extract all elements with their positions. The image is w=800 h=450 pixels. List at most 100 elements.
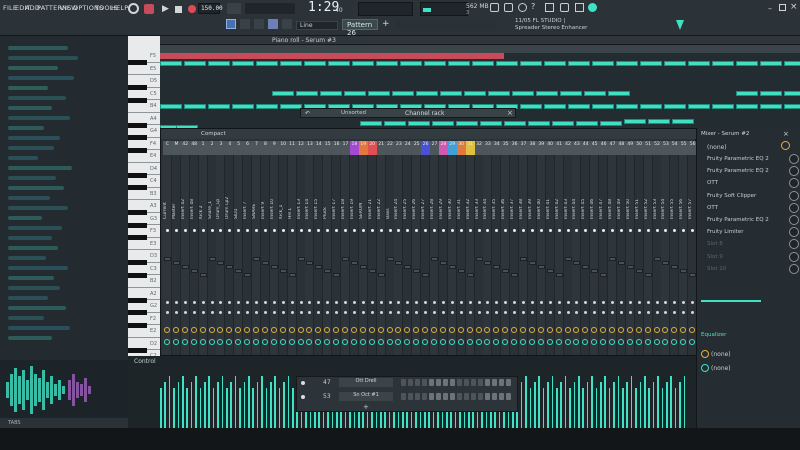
mixer-strip[interactable]: 8 Insert 9 xyxy=(260,141,270,355)
seq-row2-channel[interactable]: Sn Oct #1 xyxy=(339,392,393,401)
mixer-send-dot[interactable] xyxy=(611,311,614,314)
mixer-track-enable[interactable] xyxy=(637,229,641,232)
mixer-volume-fader[interactable] xyxy=(484,261,492,265)
piano-key[interactable]: E5 xyxy=(128,63,160,75)
mixer-track-enable[interactable] xyxy=(397,229,401,232)
mixer-route-knob[interactable] xyxy=(172,339,179,345)
mixer-strip[interactable]: 49 Insert 50 xyxy=(625,141,635,355)
note[interactable] xyxy=(616,61,638,66)
mixer-strip[interactable]: 26 Insert 27 xyxy=(421,141,431,355)
mixer-track-enable[interactable] xyxy=(691,229,695,232)
note[interactable] xyxy=(736,61,758,66)
mixer-send-dot[interactable] xyxy=(628,301,632,304)
mixer-pan-knob[interactable] xyxy=(671,327,678,333)
step-button[interactable] xyxy=(485,393,490,400)
mixer-track-enable[interactable] xyxy=(655,229,659,232)
mixer-send-dot[interactable] xyxy=(272,301,276,304)
mixer-send-dot[interactable] xyxy=(397,311,401,314)
velocity-bar[interactable] xyxy=(652,382,655,428)
velocity-bar[interactable] xyxy=(600,382,602,428)
effect-slot[interactable]: Slot 8 xyxy=(701,239,799,250)
channel-rack-filter[interactable]: Unsorted xyxy=(341,110,366,116)
pattern-song-switch[interactable] xyxy=(245,3,295,14)
step-button[interactable] xyxy=(499,393,504,400)
note[interactable] xyxy=(352,61,374,66)
mixer-volume-fader[interactable] xyxy=(208,257,216,261)
mixer-pan-knob[interactable] xyxy=(582,327,589,333)
note[interactable] xyxy=(272,91,294,96)
metronome-icon[interactable] xyxy=(227,3,241,14)
step-button[interactable] xyxy=(429,393,434,400)
mixer-send-dot[interactable] xyxy=(548,301,552,304)
mixer-track-enable[interactable] xyxy=(379,229,383,232)
step-button[interactable] xyxy=(457,379,462,386)
mixer-send-dot[interactable] xyxy=(522,311,525,314)
note[interactable] xyxy=(736,91,758,96)
velocity-bar[interactable] xyxy=(538,376,540,428)
mixer-send-dot[interactable] xyxy=(691,301,695,304)
note[interactable] xyxy=(496,61,518,66)
effect-slot[interactable]: OTT xyxy=(701,178,799,189)
mixer-pan-knob[interactable] xyxy=(573,327,580,333)
velocity-bar[interactable] xyxy=(551,376,554,428)
velocity-bar[interactable] xyxy=(199,388,202,428)
mixer-pan-knob[interactable] xyxy=(564,327,571,333)
channel-rack-window[interactable]: ↶ Unsorted Channel rack × xyxy=(300,108,516,118)
mixer-track-enable[interactable] xyxy=(513,229,517,232)
mixer-route-knob[interactable] xyxy=(644,339,651,345)
mixer-window[interactable]: Compact C Current M Master 42 Insert 42 48 Inse… xyxy=(160,128,698,356)
step-button[interactable] xyxy=(436,393,441,400)
velocity-bar[interactable] xyxy=(582,388,584,428)
mixer-track-enable[interactable] xyxy=(548,229,552,232)
mixer-track-enable[interactable] xyxy=(317,229,321,232)
mixer-send-dot[interactable] xyxy=(255,311,258,314)
mixer-pan-knob[interactable] xyxy=(297,327,304,333)
mixer-send-dot[interactable] xyxy=(299,311,303,314)
mixer-track-enable[interactable] xyxy=(406,229,410,232)
mixer-volume-fader[interactable] xyxy=(306,261,314,265)
mixer-pan-knob[interactable] xyxy=(208,327,215,333)
step-button[interactable] xyxy=(443,393,448,400)
mixer-strip[interactable]: 29 Insert 30 xyxy=(447,141,457,355)
mixer-volume-fader[interactable] xyxy=(253,257,260,261)
note[interactable] xyxy=(640,104,662,109)
mixer-send-dot[interactable] xyxy=(584,311,588,314)
mixer-send-dot[interactable] xyxy=(263,311,267,314)
note[interactable] xyxy=(616,104,638,109)
mixer-volume-fader[interactable] xyxy=(342,257,349,261)
velocity-bar[interactable] xyxy=(613,382,615,428)
mixer-pan-knob[interactable] xyxy=(511,327,518,333)
mixer-pan-knob[interactable] xyxy=(217,327,224,333)
effect-slot[interactable]: Slot 10 xyxy=(701,263,799,275)
stereo-separation[interactable] xyxy=(701,300,761,302)
mixer-route-knob[interactable] xyxy=(511,339,518,345)
mixer-route-knob[interactable] xyxy=(564,339,571,345)
mixer-send-dot[interactable] xyxy=(557,301,561,304)
step-button[interactable] xyxy=(450,393,455,400)
mixer-pan-knob[interactable] xyxy=(404,327,411,333)
note[interactable] xyxy=(344,91,366,96)
song-mode-icon[interactable] xyxy=(128,3,139,14)
mixer-strip[interactable]: 15 Pluck xyxy=(323,141,333,355)
note[interactable] xyxy=(528,121,550,126)
record-mode-icon[interactable] xyxy=(144,4,154,14)
mixer-pan-knob[interactable] xyxy=(279,327,286,333)
mixer-output-1[interactable]: (none) xyxy=(711,351,731,358)
velocity-bar[interactable] xyxy=(190,382,193,428)
step-button[interactable] xyxy=(457,393,462,400)
velocity-bar[interactable] xyxy=(591,376,593,428)
mixer-strip[interactable]: 55 Insert 56 xyxy=(679,141,689,355)
step-sequencer-popup[interactable]: 47 53 Ott Drell Sn Oct #1 + xyxy=(296,376,518,412)
effect-mix-knob[interactable] xyxy=(789,239,799,250)
mixer-send-dot[interactable] xyxy=(646,311,650,314)
step-button[interactable] xyxy=(443,379,448,386)
mixer-send-dot[interactable] xyxy=(468,301,472,304)
step-button[interactable] xyxy=(422,379,427,386)
mixer-pan-knob[interactable] xyxy=(333,327,340,333)
mixer-send-dot[interactable] xyxy=(530,311,534,314)
mixer-volume-fader[interactable] xyxy=(431,257,438,261)
mixer-track-enable[interactable] xyxy=(183,229,187,232)
mixer-send-dot[interactable] xyxy=(468,311,472,314)
mixer-track-enable[interactable] xyxy=(192,229,196,232)
note[interactable] xyxy=(584,91,606,96)
